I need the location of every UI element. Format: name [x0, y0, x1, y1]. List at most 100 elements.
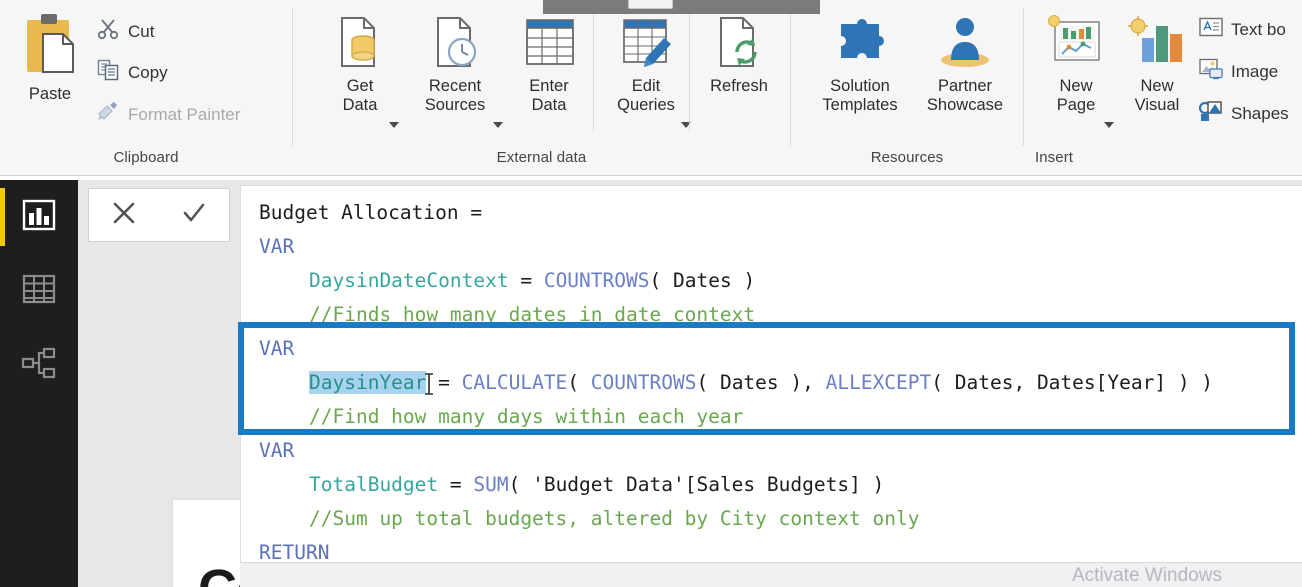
text-box-icon: [1199, 17, 1223, 42]
ribbon-group-external-data-label: External data: [496, 149, 587, 166]
sidebar-item-report-view[interactable]: [0, 180, 78, 254]
text-box-button[interactable]: Text bo: [1199, 17, 1286, 42]
partner-showcase-button[interactable]: Partner Showcase: [915, 14, 1015, 115]
shapes-button-label: Shapes: [1231, 103, 1289, 123]
code-token: ( Dates, Dates[Year] ) ): [931, 371, 1214, 394]
window-titlebar: [543, 0, 820, 14]
new-visual-icon: [1126, 14, 1188, 77]
code-token: CALCULATE: [461, 371, 568, 394]
get-data-chevron-down-icon[interactable]: [389, 122, 399, 128]
get-data-button-label: Get Data: [342, 77, 378, 115]
shapes-button[interactable]: Shapes: [1198, 100, 1289, 127]
code-token: ALLEXCEPT: [825, 371, 932, 394]
puzzle-piece-icon: [829, 14, 891, 77]
table-grid-icon: [22, 274, 56, 309]
code-token: Budget Allocation =: [259, 201, 483, 224]
new-page-button[interactable]: New Page: [1038, 14, 1114, 115]
person-icon: [934, 14, 996, 77]
code-token: VAR: [259, 337, 295, 360]
relationships-icon: [21, 347, 57, 384]
code-token: COUNTROWS: [543, 269, 650, 292]
view-switcher-rail: [0, 180, 78, 587]
dax-code-body[interactable]: Budget Allocation = VAR DaysinDateContext …: [241, 186, 1302, 570]
dax-formula-editor[interactable]: Budget Allocation = VAR DaysinDateContext …: [240, 185, 1302, 587]
code-token: RETURN: [259, 541, 330, 564]
code-line[interactable]: Budget Allocation =: [241, 196, 1302, 230]
scissors-icon: [96, 17, 120, 46]
code-token: //Find how many days within each year: [309, 405, 744, 428]
get-data-button[interactable]: Get Data: [318, 14, 402, 115]
formula-bar-toolbar: [88, 188, 230, 242]
enter-data-button-label: Enter Data: [529, 77, 569, 115]
code-token: ( Dates ): [649, 269, 756, 292]
image-icon: [1199, 58, 1223, 85]
ribbon-separator-inner-1: [593, 14, 594, 132]
new-page-chevron-down-icon[interactable]: [1104, 122, 1114, 128]
format-painter-button[interactable]: Format Painter: [96, 100, 240, 129]
ribbon-group-clipboard-label: Clipboard: [113, 149, 179, 166]
checkmark-icon: [181, 200, 207, 231]
code-line[interactable]: //Find how many days within each year: [241, 400, 1302, 434]
format-painter-button-label: Format Painter: [128, 104, 241, 124]
code-token: VAR: [259, 439, 295, 462]
cancel-formula-button[interactable]: [96, 189, 152, 241]
image-button[interactable]: Image: [1199, 58, 1278, 85]
sidebar-item-model-view[interactable]: [0, 328, 78, 402]
paste-button[interactable]: Paste: [14, 12, 86, 104]
copy-button[interactable]: Copy: [96, 58, 168, 87]
ribbon-group-insert: New Page New Visual Text bo Image Shapes…: [1024, 0, 1302, 176]
new-visual-button-label: New Visual: [1134, 77, 1180, 115]
recent-sources-icon: [425, 14, 485, 77]
shapes-icon: [1198, 100, 1223, 127]
edit-queries-button-label: Edit Queries: [617, 77, 675, 115]
power-bi-desktop-window: Com Paste: [0, 0, 1302, 587]
code-line[interactable]: //Finds how many dates in date context: [241, 298, 1302, 332]
code-line[interactable]: VAR: [241, 332, 1302, 366]
selected-variable-name: DaysinYear: [309, 371, 427, 394]
refresh-button-label: Refresh: [710, 77, 768, 95]
code-token: ( 'Budget Data'[Sales Budgets] ): [508, 473, 885, 496]
code-line[interactable]: //Sum up total budgets, altered by City …: [241, 502, 1302, 536]
new-visual-button[interactable]: New Visual: [1116, 14, 1198, 115]
code-token: //Sum up total budgets, altered by City …: [309, 507, 920, 530]
ribbon-group-clipboard: Paste Cut Copy Format Painter Clipboard: [0, 0, 292, 176]
ribbon: Paste Cut Copy Format Painter Clipboard …: [0, 0, 1302, 176]
code-line[interactable]: DaysinYear = CALCULATE( COUNTROWS( Dates…: [241, 366, 1302, 400]
recent-sources-button[interactable]: Recent Sources: [403, 14, 507, 115]
enter-data-icon: [519, 14, 579, 77]
edit-queries-button[interactable]: Edit Queries: [598, 14, 694, 115]
copy-icon: [96, 58, 120, 87]
solution-templates-button[interactable]: Solution Templates: [805, 14, 915, 115]
code-token: =: [508, 269, 544, 292]
recent-sources-chevron-down-icon[interactable]: [493, 122, 503, 128]
code-line[interactable]: VAR: [241, 230, 1302, 264]
paste-button-label: Paste: [28, 85, 72, 103]
code-token: //Finds how many dates in date context: [309, 303, 756, 326]
code-token: =: [438, 473, 474, 496]
enter-data-button[interactable]: Enter Data: [508, 14, 590, 115]
sidebar-item-data-view[interactable]: [0, 254, 78, 328]
bar-chart-icon: [22, 198, 56, 237]
code-line[interactable]: TotalBudget = SUM( 'Budget Data'[Sales B…: [241, 468, 1302, 502]
refresh-button[interactable]: Refresh: [693, 14, 785, 96]
image-button-label: Image: [1231, 61, 1279, 81]
code-token: TotalBudget: [309, 473, 439, 496]
code-line[interactable]: VAR: [241, 434, 1302, 468]
commit-formula-button[interactable]: [166, 189, 222, 241]
code-token: ( Dates ),: [696, 371, 826, 394]
titlebar-nub: [628, 0, 673, 9]
cut-button-label: Cut: [128, 21, 155, 41]
ribbon-group-external-data: Get Data Recent Sources Enter Data Edit …: [293, 0, 790, 176]
code-token: DaysinDateContext: [309, 269, 509, 292]
get-data-icon: [330, 14, 390, 77]
solution-templates-button-label: Solution Templates: [822, 77, 898, 115]
cut-button[interactable]: Cut: [96, 17, 154, 46]
format-painter-icon: [96, 100, 120, 129]
code-line[interactable]: DaysinDateContext = COUNTROWS( Dates ): [241, 264, 1302, 298]
ribbon-group-insert-label: Insert: [1034, 149, 1074, 166]
edit-queries-icon: [616, 14, 676, 77]
partner-showcase-button-label: Partner Showcase: [926, 77, 1004, 115]
activate-windows-watermark: Activate Windows: [1072, 565, 1222, 586]
close-x-icon: [111, 200, 137, 231]
code-token: SUM: [473, 473, 509, 496]
